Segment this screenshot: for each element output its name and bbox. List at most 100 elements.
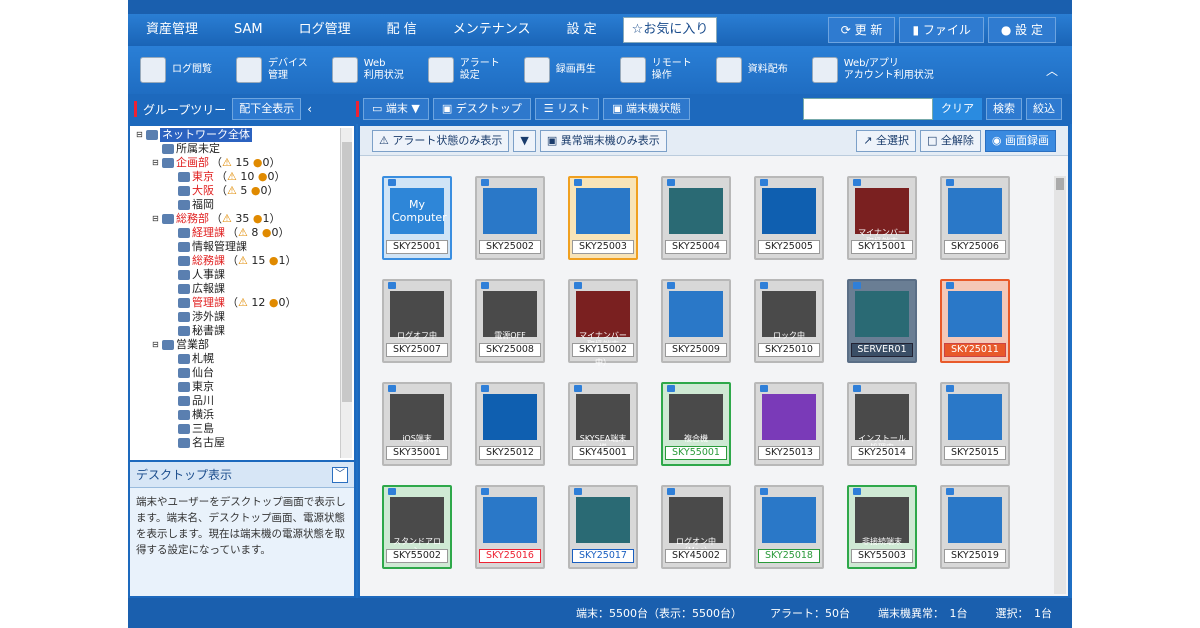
tree-node[interactable]: 品川 (134, 394, 350, 408)
tree-node[interactable]: ⊟ ネットワーク全体 (134, 128, 350, 142)
tree-node[interactable]: ⊟ 企画部 （⚠ 15 ●0） (134, 156, 350, 170)
warning-icon: ⚠ (227, 184, 237, 197)
terminal-tile[interactable]: SKY25005 (754, 176, 824, 260)
tree-scroll-thumb[interactable] (342, 142, 352, 402)
terminal-tile[interactable]: SKY25015 (940, 382, 1010, 466)
ribbon-log-view[interactable]: ログ閲覧 (128, 48, 224, 92)
terminal-tile[interactable]: SKY25017 (568, 485, 638, 569)
tree-node[interactable]: 札幌 (134, 352, 350, 366)
terminal-tile[interactable]: SKYSEA端末機 （Linux）SKY45001 (568, 382, 638, 466)
terminal-tile[interactable]: SKY25018 (754, 485, 824, 569)
tree-node[interactable]: 大阪 （⚠ 5 ●0） (134, 184, 350, 198)
terminal-tile[interactable]: ログオフ中 SKY25007 (382, 279, 452, 363)
tree-scrollbar[interactable] (340, 128, 352, 458)
subtree-show-button[interactable]: 配下全表示 (232, 98, 302, 120)
tree-node[interactable]: 管理課 （⚠ 12 ●0） (134, 296, 350, 310)
terminal-tile[interactable]: インストール 処理中SKY25014 (847, 382, 917, 466)
terminal-tile[interactable]: ロック中 SKY25010 (754, 279, 824, 363)
search-button[interactable]: 検索 (986, 98, 1022, 120)
tree-node[interactable]: 総務課 （⚠ 15 ●1） (134, 254, 350, 268)
tree-node[interactable]: 秘書課 (134, 324, 350, 338)
terminal-dropdown[interactable]: ▭ 端末 ▼ (363, 98, 429, 120)
terminal-tile[interactable]: SKY25012 (475, 382, 545, 466)
status-badge (667, 488, 675, 495)
terminal-tile[interactable]: SKY25006 (940, 176, 1010, 260)
terminal-tile[interactable]: SKY25009 (661, 279, 731, 363)
tree-node[interactable]: 広報課 (134, 282, 350, 296)
tree-node[interactable]: 所属未定 (134, 142, 350, 156)
terminal-tile[interactable]: SERVER01 (847, 279, 917, 363)
tab-desktop[interactable]: ▣ デスクトップ (432, 98, 531, 120)
menu-maintenance[interactable]: メンテナンス (435, 14, 549, 46)
tree-node[interactable]: 人事課 (134, 268, 350, 282)
tree-node[interactable]: 東京 (134, 380, 350, 394)
tree-node[interactable]: 三島 (134, 422, 350, 436)
ribbon-video[interactable]: 録画再生 (512, 48, 608, 92)
group-tree: ⊟ ネットワーク全体 所属未定 ⊟ 企画部 （⚠ 15 ●0） 東京 （⚠ 10 ●0） 大阪（… (130, 126, 354, 460)
tab-terminal-status[interactable]: ▣ 端末機状態 (603, 98, 690, 120)
settings-button[interactable]: ● 設 定 (987, 17, 1056, 43)
terminal-tile[interactable]: SKY25003 (568, 176, 638, 260)
terminal-tile[interactable]: ログオン中 （Mac）SKY45002 (661, 485, 731, 569)
menu-log[interactable]: ログ管理 (281, 14, 369, 46)
ribbon-remote[interactable]: リモート 操作 (608, 48, 704, 92)
tree-node[interactable]: 福岡 (134, 198, 350, 212)
ribbon-collapse-icon[interactable]: ︿ (1046, 62, 1058, 79)
status-badge (481, 179, 489, 186)
menu-favorites[interactable]: ☆お気に入り (622, 17, 718, 43)
narrow-button[interactable]: 絞込 (1026, 98, 1062, 120)
tree-node[interactable]: 情報管理課 (134, 240, 350, 254)
expand-icon[interactable]: ⊟ (152, 338, 160, 352)
abnormal-only-button[interactable]: ▣ 異常端末機のみ表示 (539, 129, 667, 152)
terminal-tile[interactable]: 複合機 SKY55001 (661, 382, 731, 466)
terminal-tile[interactable]: SKY25004 (661, 176, 731, 260)
terminal-tile[interactable]: SKY25011 (940, 279, 1010, 363)
menu-settings[interactable]: 設 定 (549, 14, 615, 46)
terminal-tile[interactable]: SKY25016 (475, 485, 545, 569)
terminal-tile[interactable]: My Computer SKY25001 (382, 176, 452, 260)
grid-scroll-thumb[interactable] (1056, 178, 1064, 190)
screen-record-button[interactable]: ◉ 画面録画 (984, 129, 1056, 152)
menu-asset[interactable]: 資産管理 (128, 14, 216, 46)
refresh-button[interactable]: ⟳ 更 新 (827, 17, 896, 43)
tree-node[interactable]: 名古屋 (134, 436, 350, 450)
tab-list[interactable]: ☰ リスト (534, 98, 600, 120)
ribbon-web[interactable]: Web 利用状況 (320, 48, 416, 92)
expand-icon[interactable]: ⊟ (152, 212, 160, 226)
expand-icon[interactable]: ⊟ (152, 156, 160, 170)
ribbon-document[interactable]: 資料配布 (704, 48, 800, 92)
tree-node[interactable]: ⊟ 総務部 （⚠ 35 ●1） (134, 212, 350, 226)
clear-button[interactable]: クリア (933, 98, 982, 120)
ribbon-alert[interactable]: アラート 設定 (416, 48, 512, 92)
select-all-button[interactable]: ↗ 全選択 (856, 129, 916, 152)
terminal-tile[interactable]: SKY25013 (754, 382, 824, 466)
expand-icon[interactable]: ⊟ (136, 128, 144, 142)
terminal-tile[interactable]: SKY25019 (940, 485, 1010, 569)
file-button[interactable]: ▮ ファイル (899, 17, 984, 43)
alert-dropdown[interactable]: ▼ (513, 129, 536, 152)
grid-scrollbar[interactable] (1054, 176, 1066, 594)
collapse-left-icon[interactable]: ‹ (307, 102, 312, 116)
deselect-all-button[interactable]: □ 全解除 (920, 129, 981, 152)
terminal-tile[interactable]: スタンドアロン 端末SKY55002 (382, 485, 452, 569)
search-input[interactable] (803, 98, 933, 120)
tree-node[interactable]: 東京 （⚠ 10 ●0） (134, 170, 350, 184)
tree-node[interactable]: 横浜 (134, 408, 350, 422)
menu-sam[interactable]: SAM (216, 14, 281, 46)
terminal-tile[interactable]: iOS端末 SKY35001 (382, 382, 452, 466)
terminal-tile[interactable]: マイナンバー取扱端末 （ログオン中）SKY15002 (568, 279, 638, 367)
alert-only-button[interactable]: ⚠ アラート状態のみ表示 (372, 129, 510, 152)
ribbon-account[interactable]: Web/アプリ アカウント利用状況 (800, 48, 946, 92)
terminal-tile[interactable]: SKY25002 (475, 176, 545, 260)
tree-node[interactable]: ⊟ 営業部 (134, 338, 350, 352)
menu-distribution[interactable]: 配 信 (369, 14, 435, 46)
tree-node[interactable]: 経理課 （⚠ 8 ●0） (134, 226, 350, 240)
tree-node[interactable]: 渉外課 (134, 310, 350, 324)
chevron-down-icon[interactable]: ﹀ (332, 466, 348, 483)
terminal-tile[interactable]: 非接続端末 SKY55003 (847, 485, 917, 569)
terminal-tile[interactable]: 電源OFF SKY25008 (475, 279, 545, 363)
terminal-tile[interactable]: マイナンバー取扱端末 （電源OFF）SKY15001 (847, 176, 917, 260)
tree-node[interactable]: 仙台 (134, 366, 350, 380)
ribbon-device[interactable]: デバイス 管理 (224, 48, 320, 92)
warn-count: 5 (240, 184, 248, 197)
